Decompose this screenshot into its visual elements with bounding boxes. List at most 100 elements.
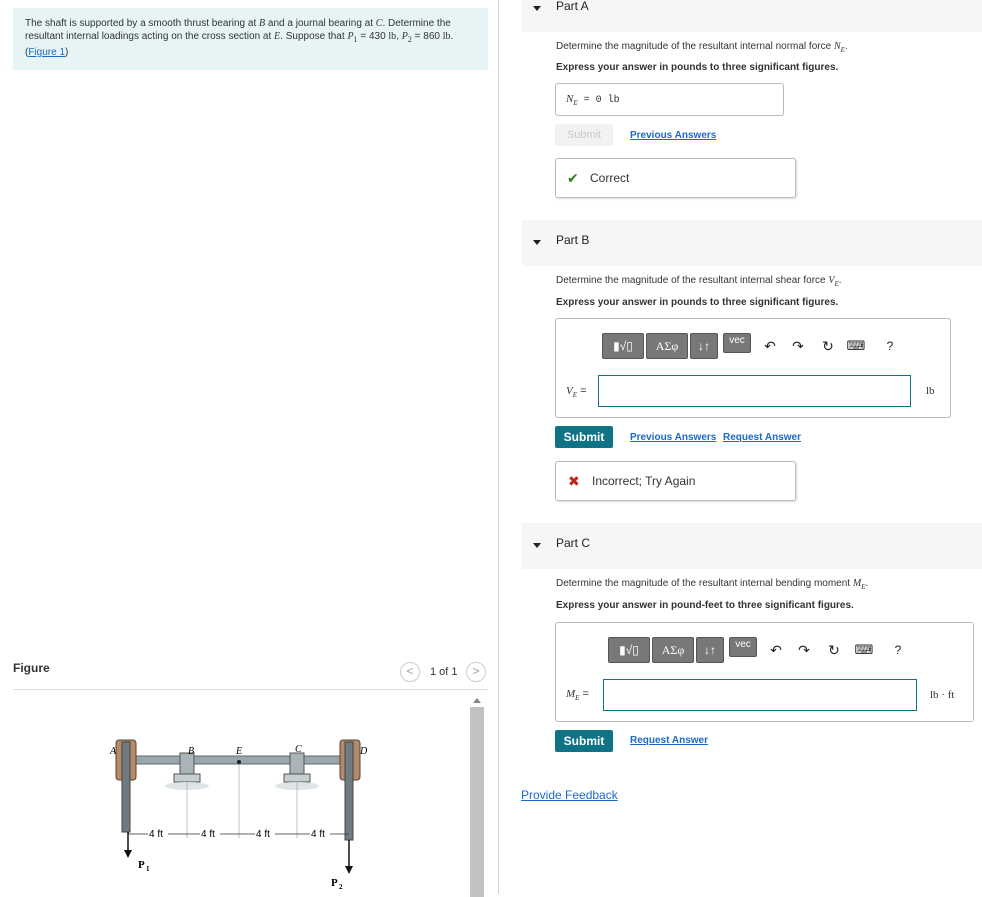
part-a-instruction: Express your answer in pounds to three s… — [556, 62, 839, 73]
part-c-prompt: Determine the magnitude of the resultant… — [556, 578, 869, 591]
help-icon[interactable]: ? — [888, 640, 908, 660]
part-b-math-editor: ▮√▯ ΑΣφ ↓↑ vec ↶ ↷ ↻ ⌨ ? VE = lb — [555, 318, 951, 418]
figure-next-button[interactable]: > — [466, 662, 486, 682]
label-p1: P — [138, 859, 145, 871]
vector-button[interactable]: vec — [729, 637, 757, 657]
problem-statement: The shaft is supported by a smooth thrus… — [13, 8, 488, 70]
prompt-text: Determine the magnitude of the resultant… — [556, 275, 829, 286]
part-b-prompt: Determine the magnitude of the resultant… — [556, 275, 842, 288]
help-icon[interactable]: ? — [880, 336, 900, 356]
provide-feedback-link[interactable]: Provide Feedback — [521, 788, 618, 802]
part-b-previous-answers-link[interactable]: Previous Answers — [630, 432, 716, 443]
label-p1-sub: 1 — [146, 865, 150, 873]
feedback-text: Incorrect; Try Again — [592, 474, 696, 488]
redo-icon[interactable]: ↷ — [788, 336, 808, 356]
keyboard-icon[interactable]: ⌨ — [846, 336, 866, 356]
point-e-marker — [237, 760, 241, 764]
shaft — [121, 755, 361, 765]
problem-text: and a journal bearing at — [265, 18, 376, 29]
part-b-feedback: ✖ Incorrect; Try Again — [555, 461, 796, 501]
prompt-var: M — [852, 578, 862, 589]
templates-button[interactable]: ▮√▯ — [608, 637, 650, 663]
part-c-answer-input[interactable] — [603, 679, 917, 711]
part-a-submit-button[interactable]: Submit — [555, 124, 613, 146]
belt-d — [344, 741, 354, 841]
part-c-header[interactable]: Part C — [522, 523, 982, 569]
figure-heading: Figure — [13, 661, 50, 675]
part-c-var-label: ME = — [566, 688, 589, 702]
var-symbol: M — [566, 688, 576, 700]
part-a-prompt: Determine the magnitude of the resultant… — [556, 41, 848, 54]
answer-value: = 0 lb — [577, 95, 620, 106]
check-icon: ✔ — [567, 170, 579, 186]
reset-icon[interactable]: ↻ — [824, 640, 844, 660]
prompt-text: Determine the magnitude of the resultant… — [556, 578, 853, 589]
collapse-triangle-icon[interactable] — [533, 6, 541, 11]
dim-label: 4 ft — [311, 829, 325, 840]
bearing-c-base — [283, 773, 311, 783]
problem-text: = 430 — [357, 31, 389, 42]
part-b-submit-button[interactable]: Submit — [555, 426, 613, 448]
part-b-instruction: Express your answer in pounds to three s… — [556, 297, 839, 308]
part-b-request-answer-link[interactable]: Request Answer — [723, 432, 801, 443]
part-a-header[interactable]: Part A — [522, 0, 982, 32]
feedback-text: Correct — [590, 171, 630, 185]
greek-symbols-button[interactable]: ΑΣφ — [646, 333, 688, 359]
belt-a — [121, 741, 131, 833]
dim-label: 4 ft — [201, 829, 215, 840]
problem-text: The shaft is supported by a smooth thrus… — [25, 18, 260, 29]
part-c-math-editor: ▮√▯ ΑΣφ ↓↑ vec ↶ ↷ ↻ ⌨ ? ME = lb · ft — [555, 622, 974, 722]
part-a-label: Part A — [556, 0, 589, 13]
greek-symbols-button[interactable]: ΑΣφ — [652, 637, 694, 663]
part-a-previous-answers-link[interactable]: Previous Answers — [630, 130, 716, 141]
label-p2-sub: 2 — [339, 883, 343, 891]
scroll-up-icon[interactable] — [472, 698, 481, 703]
undo-icon[interactable]: ↶ — [760, 336, 780, 356]
figure-link[interactable]: Figure 1 — [28, 47, 65, 58]
label-p2: P — [331, 877, 338, 889]
part-c-instruction: Express your answer in pound-feet to thr… — [556, 600, 854, 611]
problem-text: = 860 — [411, 31, 443, 42]
subscript-superscript-button[interactable]: ↓↑ — [690, 333, 718, 359]
label-d: D — [359, 746, 368, 757]
label-e: E — [235, 746, 242, 757]
prompt-sub: E — [834, 280, 839, 288]
var-symbol: V — [566, 385, 573, 397]
label-b: B — [188, 746, 194, 757]
keyboard-icon[interactable]: ⌨ — [854, 640, 874, 660]
part-c-submit-button[interactable]: Submit — [555, 730, 613, 752]
redo-icon[interactable]: ↷ — [794, 640, 814, 660]
part-b-answer-input[interactable] — [598, 375, 911, 407]
collapse-triangle-icon[interactable] — [533, 543, 541, 548]
collapse-triangle-icon[interactable] — [533, 240, 541, 245]
part-c-request-answer-link[interactable]: Request Answer — [630, 735, 708, 746]
part-b-label: Part B — [556, 233, 590, 247]
part-b-header[interactable]: Part B — [522, 220, 982, 266]
unit-lb: lb — [442, 31, 451, 42]
label-a: A — [109, 746, 117, 757]
figure-prev-button[interactable]: < — [400, 662, 420, 682]
reset-icon[interactable]: ↻ — [818, 336, 838, 356]
equals-sign: = — [579, 688, 589, 700]
prompt-sub: E — [840, 46, 845, 54]
vector-button[interactable]: vec — [723, 333, 751, 353]
problem-text: . Suppose that — [280, 31, 348, 42]
templates-button[interactable]: ▮√▯ — [602, 333, 644, 359]
bearing-b-base — [173, 773, 201, 783]
x-icon: ✖ — [568, 473, 580, 489]
scrollbar-thumb[interactable] — [469, 707, 484, 897]
undo-icon[interactable]: ↶ — [766, 640, 786, 660]
prompt-sub: E — [861, 583, 866, 591]
subscript-superscript-button[interactable]: ↓↑ — [696, 637, 724, 663]
part-c-unit: lb · ft — [930, 689, 955, 701]
figure-scrollbar[interactable] — [468, 696, 485, 897]
part-a-answer-box: NE = 0 lb — [555, 83, 784, 116]
prompt-var: N — [833, 41, 841, 52]
label-c: C — [295, 744, 302, 755]
figure-divider — [13, 689, 488, 690]
column-divider — [498, 0, 499, 894]
dim-label: 4 ft — [149, 829, 163, 840]
part-c-label: Part C — [556, 536, 591, 550]
shaft-figure: A B E C D 4 ft 4 ft 4 ft 4 ft P 1 P 2 — [109, 739, 368, 891]
equals-sign: = — [577, 385, 587, 397]
